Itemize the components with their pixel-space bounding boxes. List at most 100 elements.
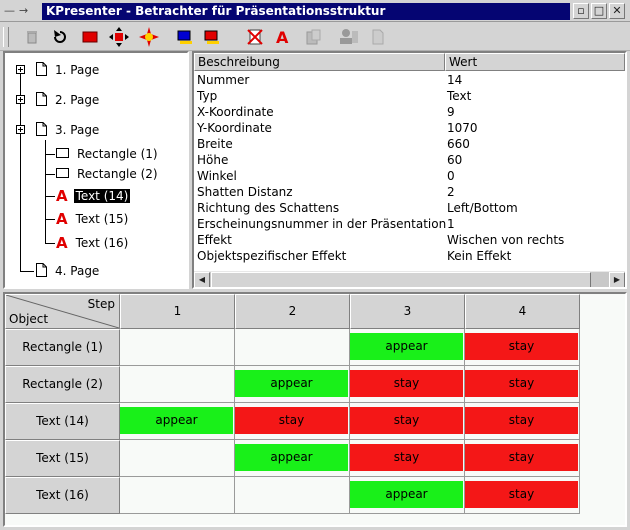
object-row-header[interactable]: Rectangle (2) xyxy=(5,366,120,403)
tree-item-rectangle-1[interactable]: Rectangle (1) xyxy=(56,145,160,163)
maximize-button[interactable]: □ xyxy=(591,3,607,19)
red-rectangle-icon[interactable] xyxy=(78,26,102,48)
grid-line xyxy=(120,365,580,366)
property-row[interactable]: Erscheinungsnummer in der Präsentation 1 xyxy=(194,216,625,232)
tree-item-label: Text (14) xyxy=(73,189,131,203)
property-value: 2 xyxy=(447,185,455,199)
window-menu-icon[interactable]: — xyxy=(4,4,15,18)
effect-cell-empty[interactable] xyxy=(120,444,233,471)
property-row[interactable]: Richtung des Schattens Left/Bottom xyxy=(194,200,625,216)
object-row-header[interactable]: Rectangle (1) xyxy=(5,329,120,366)
property-row[interactable]: Typ Text xyxy=(194,88,625,104)
property-key: Höhe xyxy=(197,153,229,167)
property-row[interactable]: Shatten Distanz 2 xyxy=(194,184,625,200)
document-icon[interactable] xyxy=(366,26,390,48)
step-column-header[interactable]: 4 xyxy=(465,294,580,329)
tree-item-page-4[interactable]: 4. Page xyxy=(36,262,101,280)
blue-rectangle-icon[interactable] xyxy=(173,26,197,48)
property-value: Wischen von rechts xyxy=(447,233,565,247)
tree-item-rectangle-2[interactable]: Rectangle (2) xyxy=(56,165,160,183)
tree-item-label: Text (16) xyxy=(75,236,129,250)
move-arrows-icon[interactable] xyxy=(107,26,131,48)
paste-icon[interactable] xyxy=(301,26,325,48)
effect-cell-stay[interactable]: stay xyxy=(465,407,578,434)
red-square-icon[interactable] xyxy=(200,26,224,48)
object-row-header[interactable]: Text (14) xyxy=(5,403,120,440)
property-row[interactable]: Effekt Wischen von rechts xyxy=(194,232,625,248)
effect-cell-stay[interactable]: stay xyxy=(350,444,463,471)
effect-cell-empty[interactable] xyxy=(235,481,348,508)
property-row[interactable]: Breite 660 xyxy=(194,136,625,152)
shade-button[interactable]: ▫ xyxy=(573,3,589,19)
expand-toggle[interactable] xyxy=(16,95,25,104)
effect-cell-stay[interactable]: stay xyxy=(465,333,578,360)
property-value: 9 xyxy=(447,105,455,119)
expand-toggle[interactable] xyxy=(16,65,25,74)
scroll-left-button[interactable]: ◀ xyxy=(194,272,210,287)
table-corner-header: Step Object xyxy=(5,294,120,329)
text-a-icon[interactable]: A xyxy=(270,26,294,48)
text-icon: A xyxy=(56,234,68,252)
object-row-header[interactable]: Text (16) xyxy=(5,477,120,514)
property-value: 1 xyxy=(447,217,455,231)
strikeout-page-icon[interactable] xyxy=(243,26,267,48)
effect-cell-appear[interactable]: appear xyxy=(350,333,463,360)
presenter-icon[interactable] xyxy=(337,26,361,48)
toolbar-grip[interactable] xyxy=(3,27,9,47)
effect-cell-empty[interactable] xyxy=(120,370,233,397)
effect-cell-stay[interactable]: stay xyxy=(350,407,463,434)
step-column-header[interactable]: 2 xyxy=(235,294,350,329)
close-button[interactable]: ✕ xyxy=(609,3,625,19)
effect-cell-stay[interactable]: stay xyxy=(465,370,578,397)
scroll-right-button[interactable]: ▶ xyxy=(609,272,625,287)
column-header-value[interactable]: Wert xyxy=(445,53,625,71)
column-header-description[interactable]: Beschreibung xyxy=(194,53,445,71)
tree-item-page-3[interactable]: 3. Page xyxy=(36,121,101,139)
effect-cell-stay[interactable]: stay xyxy=(350,370,463,397)
effect-cell-empty[interactable] xyxy=(120,481,233,508)
property-key: Effekt xyxy=(197,233,232,247)
object-row-header[interactable]: Text (15) xyxy=(5,440,120,477)
effect-cell-stay[interactable]: stay xyxy=(235,407,348,434)
title-bar: — → KPresenter - Betrachter für Präsenta… xyxy=(0,0,630,22)
effect-timeline-table[interactable]: Step Object 1 2 3 4 Rectangle (1) appear stay R… xyxy=(3,292,627,527)
step-column-header[interactable]: 3 xyxy=(350,294,465,329)
property-row[interactable]: Y-Koordinate 1070 xyxy=(194,120,625,136)
property-key: Shatten Distanz xyxy=(197,185,293,199)
trash-icon[interactable] xyxy=(20,26,44,48)
effect-cell-appear[interactable]: appear xyxy=(120,407,233,434)
property-row[interactable]: Winkel 0 xyxy=(194,168,625,184)
tree-item-text-15[interactable]: A Text (15) xyxy=(56,210,130,228)
effect-cell-appear[interactable]: appear xyxy=(235,370,348,397)
scrollbar-thumb[interactable] xyxy=(211,272,591,287)
tree-item-page-2[interactable]: 2. Page xyxy=(36,91,101,109)
property-value: Text xyxy=(447,89,472,103)
property-row[interactable]: Höhe 60 xyxy=(194,152,625,168)
page-icon xyxy=(36,262,47,280)
properties-list[interactable]: Beschreibung Wert Nummer 14 Typ Text X-Koord… xyxy=(192,51,627,289)
effect-cell-appear[interactable]: appear xyxy=(235,444,348,471)
property-row[interactable]: Objektspezifischer Effekt Kein Effekt xyxy=(194,248,625,264)
property-row[interactable]: X-Koordinate 9 xyxy=(194,104,625,120)
step-column-header[interactable]: 1 xyxy=(120,294,235,329)
effect-cell-empty[interactable] xyxy=(120,333,233,360)
tree-item-label: 2. Page xyxy=(55,93,100,107)
effect-cell-empty[interactable] xyxy=(235,333,348,360)
expand-toggle[interactable] xyxy=(16,125,25,134)
tree-item-text-16[interactable]: A Text (16) xyxy=(56,234,130,252)
undo-icon[interactable] xyxy=(48,26,72,48)
star-shape-icon[interactable] xyxy=(137,26,161,48)
effect-cell-stay[interactable]: stay xyxy=(465,444,578,471)
window-menu-controls[interactable]: — → xyxy=(4,4,28,18)
property-value: 60 xyxy=(447,153,463,167)
property-row[interactable]: Nummer 14 xyxy=(194,72,625,88)
effect-cell-appear[interactable]: appear xyxy=(350,481,463,508)
tree-connector xyxy=(45,174,55,175)
structure-tree[interactable]: 1. Page 2. Page 3. Page Rectangle (1) Re… xyxy=(3,51,189,289)
horizontal-scrollbar[interactable]: ◀ ▶ xyxy=(194,271,625,287)
tree-item-page-1[interactable]: 1. Page xyxy=(36,61,101,79)
effect-cell-stay[interactable]: stay xyxy=(465,481,578,508)
pin-icon[interactable]: → xyxy=(19,4,28,18)
grid-line xyxy=(120,476,580,477)
tree-item-text-14[interactable]: A Text (14) xyxy=(56,187,131,205)
